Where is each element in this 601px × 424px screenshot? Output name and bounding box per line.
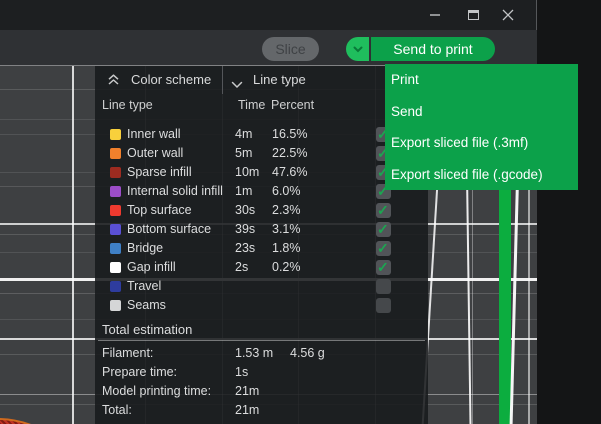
color-swatch <box>110 148 121 159</box>
minimize-button[interactable] <box>418 0 452 30</box>
titlebar <box>0 0 537 30</box>
app-screen: Slice Send to print <box>0 0 601 424</box>
color-scheme-panel: Color scheme Line type Line type Time Pe… <box>95 66 428 424</box>
color-swatch <box>110 281 121 292</box>
chevron-double-up-icon <box>107 73 120 86</box>
row-time: 4m <box>235 127 252 141</box>
maximize-button[interactable] <box>456 0 490 30</box>
table-row: Inner wall 4m 16.5% <box>95 126 428 145</box>
row-time: 1m <box>235 184 252 198</box>
visibility-checkbox[interactable] <box>376 260 391 275</box>
color-swatch <box>110 300 121 311</box>
visibility-checkbox[interactable] <box>376 203 391 218</box>
row-label: Bridge <box>127 241 163 255</box>
table-row: Internal solid infill 1m 6.0% <box>95 183 428 202</box>
column-header-percent: Percent <box>271 98 314 112</box>
sliced-model[interactable] <box>0 418 97 424</box>
close-icon <box>502 9 514 21</box>
table-row: Top surface 30s 2.3% <box>95 202 428 221</box>
toolbar: Slice Send to print <box>0 30 537 65</box>
collapse-panel-button[interactable] <box>107 73 120 91</box>
estimation-value: 21m <box>235 384 259 398</box>
estimation-row: Model printing time: 21m <box>95 383 428 402</box>
maximize-icon <box>468 10 479 20</box>
row-percent: 6.0% <box>272 184 301 198</box>
color-swatch <box>110 243 121 254</box>
slice-button[interactable]: Slice <box>262 37 319 61</box>
visibility-checkbox[interactable] <box>376 241 391 256</box>
view-type-value: Line type <box>253 72 306 87</box>
color-swatch <box>110 129 121 140</box>
menu-item-print[interactable]: Print <box>385 64 578 96</box>
column-header-time: Time <box>238 98 265 112</box>
table-column-headers: Line type Time Percent <box>95 98 428 116</box>
table-row: Outer wall 5m 22.5% <box>95 145 428 164</box>
send-to-print-label: Send to print <box>393 41 472 57</box>
estimation-row: Filament: 1.53 m 4.56 g <box>95 345 428 364</box>
table-row: Bridge 23s 1.8% <box>95 240 428 259</box>
estimation-label: Model printing time: <box>102 384 211 398</box>
grid-line <box>72 66 74 424</box>
visibility-checkbox[interactable] <box>376 279 391 294</box>
minimize-icon <box>429 9 441 21</box>
estimation-value: 21m <box>235 403 259 417</box>
row-label: Sparse infill <box>127 165 192 179</box>
color-swatch <box>110 167 121 178</box>
menu-item-send[interactable]: Send <box>385 96 578 128</box>
row-time: 2s <box>235 260 248 274</box>
menu-item-export-gcode[interactable]: Export sliced file (.gcode) <box>385 159 578 191</box>
row-label: Internal solid infill <box>127 184 223 198</box>
color-swatch <box>110 186 121 197</box>
estimation-label: Total: <box>102 403 132 417</box>
panel-header: Color scheme Line type <box>95 66 428 94</box>
row-label: Bottom surface <box>127 222 211 236</box>
table-row: Gap infill 2s 0.2% <box>95 259 428 278</box>
estimation-row: Prepare time: 1s <box>95 364 428 383</box>
estimation-row: Total: 21m <box>95 402 428 421</box>
visibility-checkbox[interactable] <box>376 222 391 237</box>
row-percent: 22.5% <box>272 146 307 160</box>
row-label: Top surface <box>127 203 192 217</box>
row-percent: 47.6% <box>272 165 307 179</box>
estimation-label: Filament: <box>102 346 153 360</box>
send-to-print-button[interactable]: Send to print <box>371 37 495 61</box>
divider <box>98 340 425 341</box>
row-time: 10m <box>235 165 259 179</box>
row-time: 5m <box>235 146 252 160</box>
row-percent: 16.5% <box>272 127 307 141</box>
row-label: Inner wall <box>127 127 181 141</box>
row-percent: 2.3% <box>272 203 301 217</box>
send-dropdown-menu: Print Send Export sliced file (.3mf) Exp… <box>385 64 578 190</box>
color-swatch <box>110 224 121 235</box>
estimation-value2: 4.56 g <box>290 346 325 360</box>
row-label: Seams <box>127 298 166 312</box>
column-header-line-type: Line type <box>102 98 153 112</box>
row-label: Outer wall <box>127 146 183 160</box>
row-label: Gap infill <box>127 260 176 274</box>
send-dropdown-button[interactable] <box>346 37 369 61</box>
table-row: Bottom surface 39s 3.1% <box>95 221 428 240</box>
table-row: Seams <box>95 297 428 316</box>
row-percent: 0.2% <box>272 260 301 274</box>
table-row: Sparse infill 10m 47.6% <box>95 164 428 183</box>
chevron-down-icon <box>353 46 363 53</box>
close-button[interactable] <box>491 0 525 30</box>
row-label: Travel <box>127 279 161 293</box>
menu-item-export-3mf[interactable]: Export sliced file (.3mf) <box>385 127 578 159</box>
row-percent: 3.1% <box>272 222 301 236</box>
row-percent: 1.8% <box>272 241 301 255</box>
color-swatch <box>110 205 121 216</box>
estimation-label: Prepare time: <box>102 365 177 379</box>
total-estimation-title: Total estimation <box>102 322 192 337</box>
row-time: 30s <box>235 203 255 217</box>
table-row: Travel <box>95 278 428 297</box>
estimation-value: 1.53 m <box>235 346 273 360</box>
color-swatch <box>110 262 121 273</box>
row-time: 23s <box>235 241 255 255</box>
estimation-value: 1s <box>235 365 248 379</box>
visibility-checkbox[interactable] <box>376 298 391 313</box>
row-time: 39s <box>235 222 255 236</box>
chevron-down-icon <box>231 76 243 94</box>
panel-title: Color scheme <box>131 72 211 87</box>
